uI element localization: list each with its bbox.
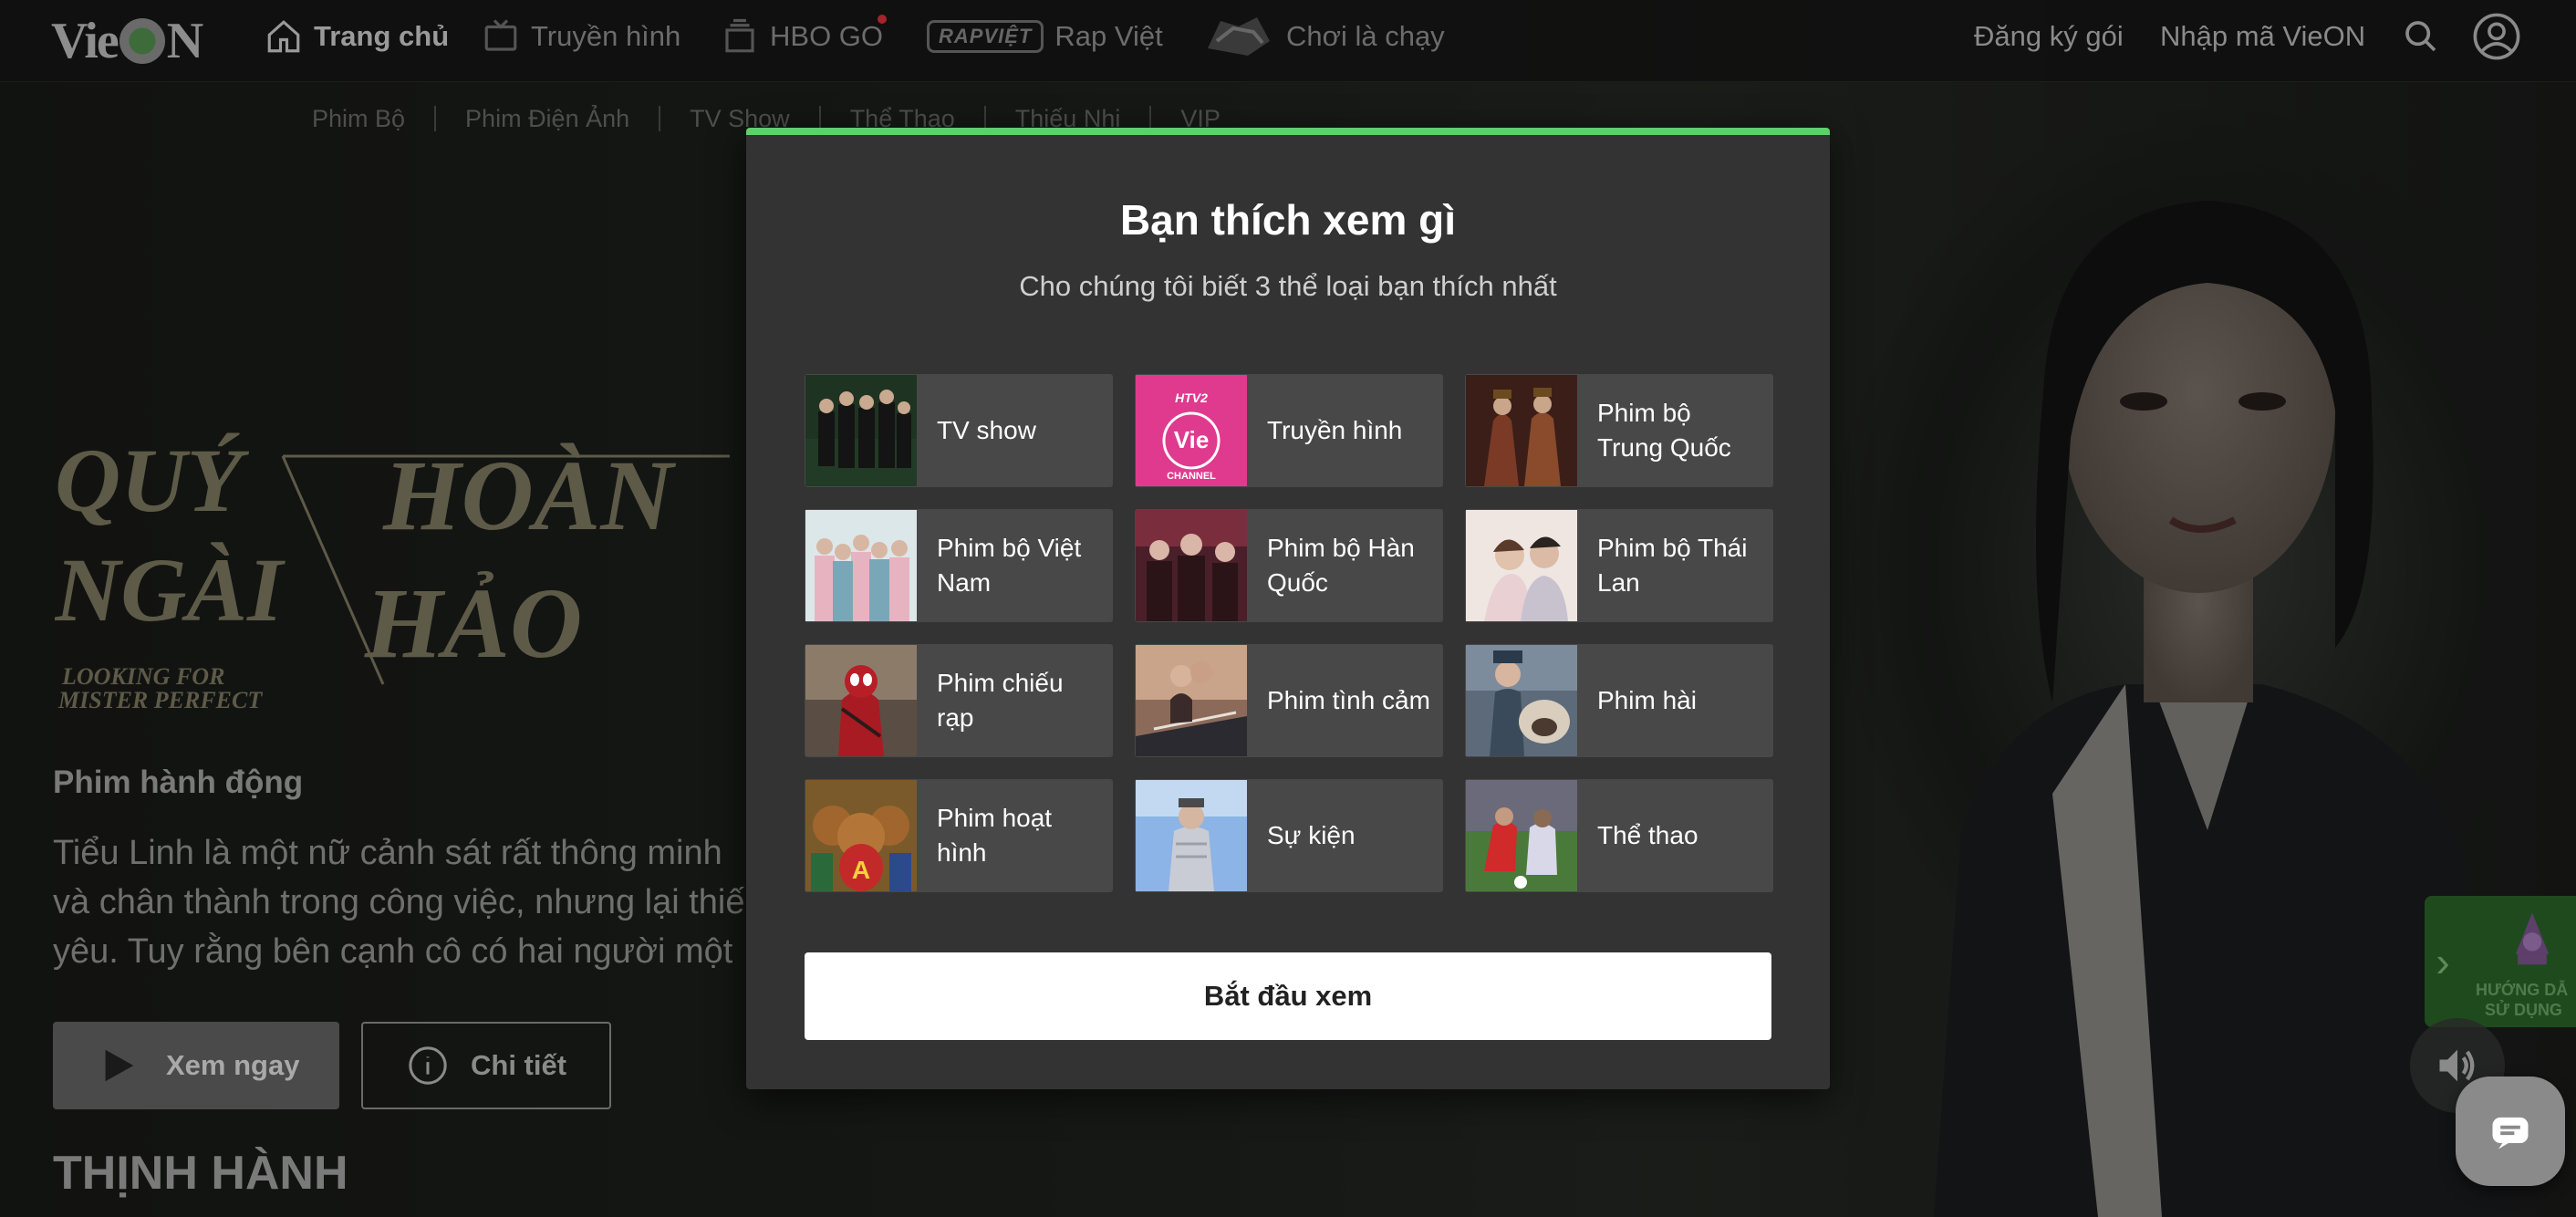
genre-card-the-thao[interactable]: Thể thao [1465, 779, 1773, 892]
genre-thumbnail [1136, 780, 1247, 891]
genre-label: Thể thao [1597, 821, 1698, 849]
genre-thumbnail [1466, 780, 1577, 891]
tv-icon [484, 19, 517, 51]
info-icon [409, 1046, 447, 1085]
title-text: MISTER PERFECT [57, 687, 263, 713]
genre-preference-modal: Bạn thích xem gì Cho chúng tôi biết 3 th… [746, 128, 1830, 1089]
vieon-logo[interactable]: Vie N [51, 9, 203, 73]
chat-support-button[interactable] [2456, 1077, 2565, 1186]
genre-label: Truyền hình [1267, 416, 1403, 444]
home-icon [267, 20, 300, 53]
modal-title: Bạn thích xem gì [1119, 196, 1457, 244]
nav-item-choi-la-chay[interactable]: Chơi là chạy [1202, 0, 1445, 73]
nav-item-label: Chơi là chạy [1286, 20, 1445, 52]
genre-card-phim-hai[interactable]: Phim hài [1465, 644, 1773, 757]
genre-label: Phim chiếu rạp [937, 669, 1064, 732]
register-link[interactable]: Đăng ký gói [1974, 0, 2124, 73]
genre-card-phim-bo-thai-lan[interactable]: Phim bộ Thái Lan [1465, 509, 1773, 622]
subnav-item[interactable]: Phim Bộ [312, 105, 434, 133]
movie-title-logo: QUÝ HOÀN NGÀI HẢO LOOKING FOR MISTER PER… [55, 430, 730, 713]
detail-button[interactable]: Chi tiết [361, 1022, 611, 1109]
nav-item-label: HBO GO [770, 20, 884, 52]
redeem-code-link[interactable]: Nhập mã VieON [2160, 0, 2365, 73]
redeem-label: Nhập mã VieON [2160, 20, 2366, 52]
detail-label: Chi tiết [471, 1049, 567, 1081]
search-icon [2405, 21, 2436, 52]
guide-mascot-icon [2515, 912, 2550, 965]
user-guide-widget[interactable]: › HƯỚNG DẪ SỬ DỤNG [2425, 896, 2576, 1027]
nav-item-label: Truyền hình [531, 20, 681, 52]
title-text: QUÝ [55, 430, 249, 531]
genre-card-tv-show[interactable]: TV show [805, 374, 1113, 487]
genre-thumbnail [805, 645, 917, 756]
description-line: yêu. Tuy rằng bên cạnh cô có hai người m… [53, 932, 733, 971]
watch-now-label: Xem ngay [166, 1049, 300, 1081]
description-line: và chân thành trong công việc, nhưng lại… [53, 883, 745, 921]
genre-card-phim-tinh-cam[interactable]: Phim tình cảm [1135, 644, 1443, 757]
genre-card-phim-bo-viet-nam[interactable]: Phim bộ Việt Nam [805, 509, 1113, 622]
top-navigation: Vie N Trang chủ Truyền hình HBO GO RAPVIỆ… [0, 0, 2576, 82]
genre-thumbnail [1466, 645, 1577, 756]
search-button[interactable] [2403, 0, 2439, 73]
svg-text:A: A [852, 856, 870, 884]
genre-label: TV show [937, 416, 1036, 444]
nav-item-label: Trang chủ [314, 20, 450, 52]
genre-thumbnail [1466, 510, 1577, 621]
notification-dot [878, 15, 887, 24]
play-icon [105, 1049, 134, 1082]
title-text: NGÀI [55, 539, 286, 640]
thumbnail-text: Vie [1174, 426, 1210, 453]
genre-label: Phim tình cảm [1267, 686, 1430, 714]
user-icon [2473, 13, 2520, 60]
genre-card-phim-bo-han-quoc[interactable]: Phim bộ Hàn Quốc [1135, 509, 1443, 622]
nav-item-hbo[interactable]: HBO GO [721, 0, 887, 73]
nav-item-rap-viet[interactable]: RAPVIỆT Rap Việt [927, 0, 1163, 73]
genre-thumbnail: A [805, 780, 917, 891]
hbo-icon [725, 18, 754, 53]
genre-label: Phim bộ Việt Nam [937, 534, 1082, 597]
genre-thumbnail [1466, 375, 1577, 486]
genre-card-phim-hoat-hinh[interactable]: A Phim hoạt hình [805, 779, 1113, 892]
thumbnail-text: HTV2 [1175, 390, 1208, 405]
account-button[interactable] [2472, 0, 2521, 73]
chat-icon [2492, 1117, 2529, 1149]
rap-viet-logo: RAPVIỆT [927, 20, 1044, 53]
genre-label: Phim bộ Trung Quốc [1597, 399, 1731, 462]
start-watching-button[interactable]: Bắt đầu xem [805, 952, 1771, 1040]
genre-thumbnail: HTV2 Vie CHANNEL [1136, 375, 1247, 486]
modal-subtitle: Cho chúng tôi biết 3 thể loại bạn thích … [1019, 270, 1557, 302]
movie-genre: Phim hành động [53, 765, 304, 800]
description-line: Tiểu Linh là một nữ cảnh sát rất thông m… [53, 834, 722, 872]
guide-label-line: HƯỚNG DẪ [2476, 981, 2569, 999]
title-text: HẢO [364, 567, 582, 679]
chevron-right-icon[interactable]: › [2425, 937, 2461, 986]
genre-thumbnail [1136, 510, 1247, 621]
nav-item-tv[interactable]: Truyền hình [482, 0, 680, 73]
genre-thumbnail [805, 375, 917, 486]
thumbnail-text: CHANNEL [1167, 471, 1216, 482]
nav-item-label: Rap Việt [1054, 20, 1163, 52]
genre-thumbnail [1136, 645, 1247, 756]
title-text: LOOKING FOR [61, 663, 224, 690]
watch-now-button[interactable]: Xem ngay [53, 1022, 339, 1109]
genre-card-truyen-hinh[interactable]: HTV2 Vie CHANNEL Truyền hình [1135, 374, 1443, 487]
genre-label: Phim hài [1597, 686, 1697, 714]
nav-item-home[interactable]: Trang chủ [265, 0, 449, 73]
movie-description: Tiểu Linh là một nữ cảnh sát rất thông m… [53, 828, 746, 976]
section-heading-trending: THỊNH HÀNH [53, 1147, 348, 1200]
guide-label: HƯỚNG DẪ SỬ DỤNG [2476, 980, 2568, 1020]
subnav-item[interactable]: Phim Điện Ảnh [436, 105, 659, 133]
genre-label: Phim bộ Thái Lan [1597, 534, 1748, 597]
choi-la-chay-logo [1208, 17, 1270, 56]
genre-label: Sự kiện [1267, 821, 1356, 849]
genre-card-phim-chieu-rap[interactable]: Phim chiếu rạp [805, 644, 1113, 757]
register-label: Đăng ký gói [1974, 20, 2124, 52]
genre-label: Phim bộ Hàn Quốc [1267, 534, 1415, 597]
genre-card-phim-bo-trung-quoc[interactable]: Phim bộ Trung Quốc [1465, 374, 1773, 487]
guide-label-line: SỬ DỤNG [2485, 1001, 2562, 1019]
genre-label: Phim hoạt hình [937, 804, 1053, 867]
genre-grid: TV show HTV2 Vie CHANNEL Truyền hình Phi… [805, 374, 1773, 892]
genre-card-su-kien[interactable]: Sự kiện [1135, 779, 1443, 892]
genre-thumbnail [805, 510, 917, 621]
